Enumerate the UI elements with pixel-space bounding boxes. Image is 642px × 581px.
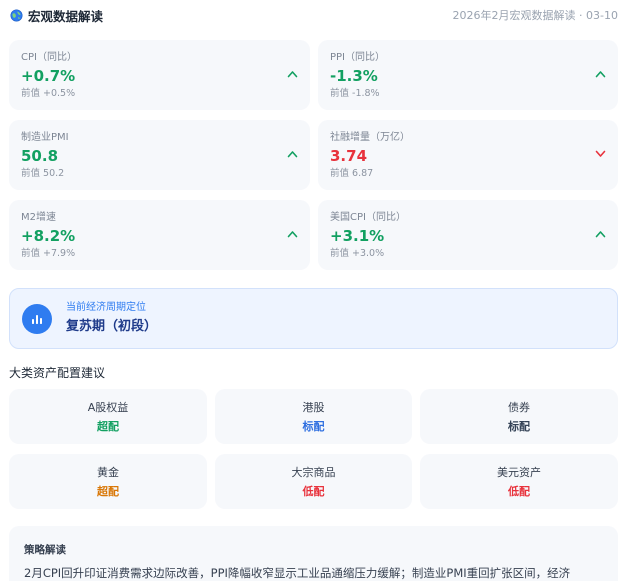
asset-name: 债券: [508, 400, 530, 414]
indicator-value: -1.3%: [330, 67, 378, 85]
strategy-card: 策略解读 2月CPI回升印证消费需求边际改善，PPI降幅收窄显示工业品通缩压力缓…: [9, 526, 618, 581]
chevron-up-icon: [595, 71, 606, 78]
asset-name: 大宗商品: [291, 465, 336, 479]
chevron-up-icon: [287, 231, 298, 238]
indicator-value: +8.2%: [21, 227, 76, 245]
indicator-prev: 前值 6.87: [330, 168, 374, 179]
asset-rating: 超配: [97, 484, 119, 498]
indicator-value: 3.74: [330, 147, 368, 165]
indicator-prev: 前值 +0.5%: [21, 88, 76, 99]
cycle-value: 复苏期（初段）: [66, 319, 158, 334]
asset-rating: 标配: [508, 419, 530, 433]
indicator-value: 50.8: [21, 147, 59, 165]
strategy-title: 策略解读: [24, 544, 66, 556]
header-left: 宏观数据解读: [10, 6, 103, 25]
allocation-card-bonds[interactable]: 债券 标配: [420, 389, 618, 444]
page-header: 宏观数据解读 2026年2月宏观数据解读 · 03-10: [10, 6, 618, 24]
allocation-card-commodities[interactable]: 大宗商品 低配: [215, 454, 412, 509]
indicator-label: 制造业PMI: [21, 132, 69, 143]
chevron-up-icon: [287, 71, 298, 78]
indicator-label: CPI（同比）: [21, 52, 77, 63]
indicator-prev: 前值 -1.8%: [330, 88, 380, 99]
indicator-card-m2[interactable]: M2增速 +8.2% 前值 +7.9%: [9, 200, 310, 270]
allocation-card-a-shares[interactable]: A股权益 超配: [9, 389, 207, 444]
indicator-label: M2增速: [21, 212, 56, 223]
globe-icon: [10, 8, 23, 22]
asset-name: 港股: [302, 400, 325, 414]
indicator-label: PPI（同比）: [330, 52, 386, 63]
asset-rating: 标配: [302, 419, 325, 433]
chevron-up-icon: [595, 231, 606, 238]
bar-chart-icon: [22, 303, 52, 334]
allocation-card-hk-stocks[interactable]: 港股 标配: [215, 389, 412, 444]
indicator-label: 美国CPI（同比）: [330, 212, 406, 223]
asset-name: 美元资产: [497, 465, 541, 479]
allocation-card-usd-assets[interactable]: 美元资产 低配: [420, 454, 618, 509]
asset-rating: 低配: [302, 484, 325, 498]
indicator-card-social-financing[interactable]: 社融增量（万亿） 3.74 前值 6.87: [318, 120, 618, 190]
indicator-card-cpi[interactable]: CPI（同比） +0.7% 前值 +0.5%: [9, 40, 310, 110]
economic-cycle-card[interactable]: 当前经济周期定位 复苏期（初段）: [9, 288, 618, 349]
indicator-grid: CPI（同比） +0.7% 前值 +0.5% PPI（同比） -1.3% 前值 …: [9, 40, 618, 270]
allocation-title: 大类资产配置建议: [9, 366, 106, 380]
asset-name: 黄金: [97, 465, 119, 479]
allocation-grid: A股权益 超配 港股 标配 债券 标配 黄金 超配 大宗商品 低配 美元资产 低…: [9, 389, 618, 509]
indicator-card-pmi[interactable]: 制造业PMI 50.8 前值 50.2: [9, 120, 310, 190]
chevron-down-icon: [595, 150, 606, 157]
report-date: 2026年2月宏观数据解读 · 03-10: [452, 9, 618, 22]
allocation-card-gold[interactable]: 黄金 超配: [9, 454, 207, 509]
cycle-text: 当前经济周期定位 复苏期（初段）: [66, 301, 157, 336]
indicator-prev: 前值 50.2: [21, 168, 65, 179]
page-title: 宏观数据解读: [28, 8, 104, 24]
asset-name: A股权益: [87, 400, 129, 414]
asset-rating: 低配: [508, 484, 530, 498]
cycle-label: 当前经济周期定位: [66, 302, 146, 313]
indicator-prev: 前值 +3.0%: [330, 248, 385, 259]
asset-rating: 超配: [97, 419, 119, 433]
strategy-body: 2月CPI回升印证消费需求边际改善，PPI降幅收窄显示工业品通缩压力缓解；制造业…: [24, 566, 571, 580]
indicator-label: 社融增量（万亿）: [330, 132, 410, 143]
indicator-card-ppi[interactable]: PPI（同比） -1.3% 前值 -1.8%: [318, 40, 618, 110]
indicator-value: +0.7%: [21, 67, 76, 85]
indicator-card-us-cpi[interactable]: 美国CPI（同比） +3.1% 前值 +3.0%: [318, 200, 618, 270]
indicator-value: +3.1%: [330, 227, 385, 245]
chevron-up-icon: [287, 151, 298, 158]
indicator-prev: 前值 +7.9%: [21, 248, 76, 259]
